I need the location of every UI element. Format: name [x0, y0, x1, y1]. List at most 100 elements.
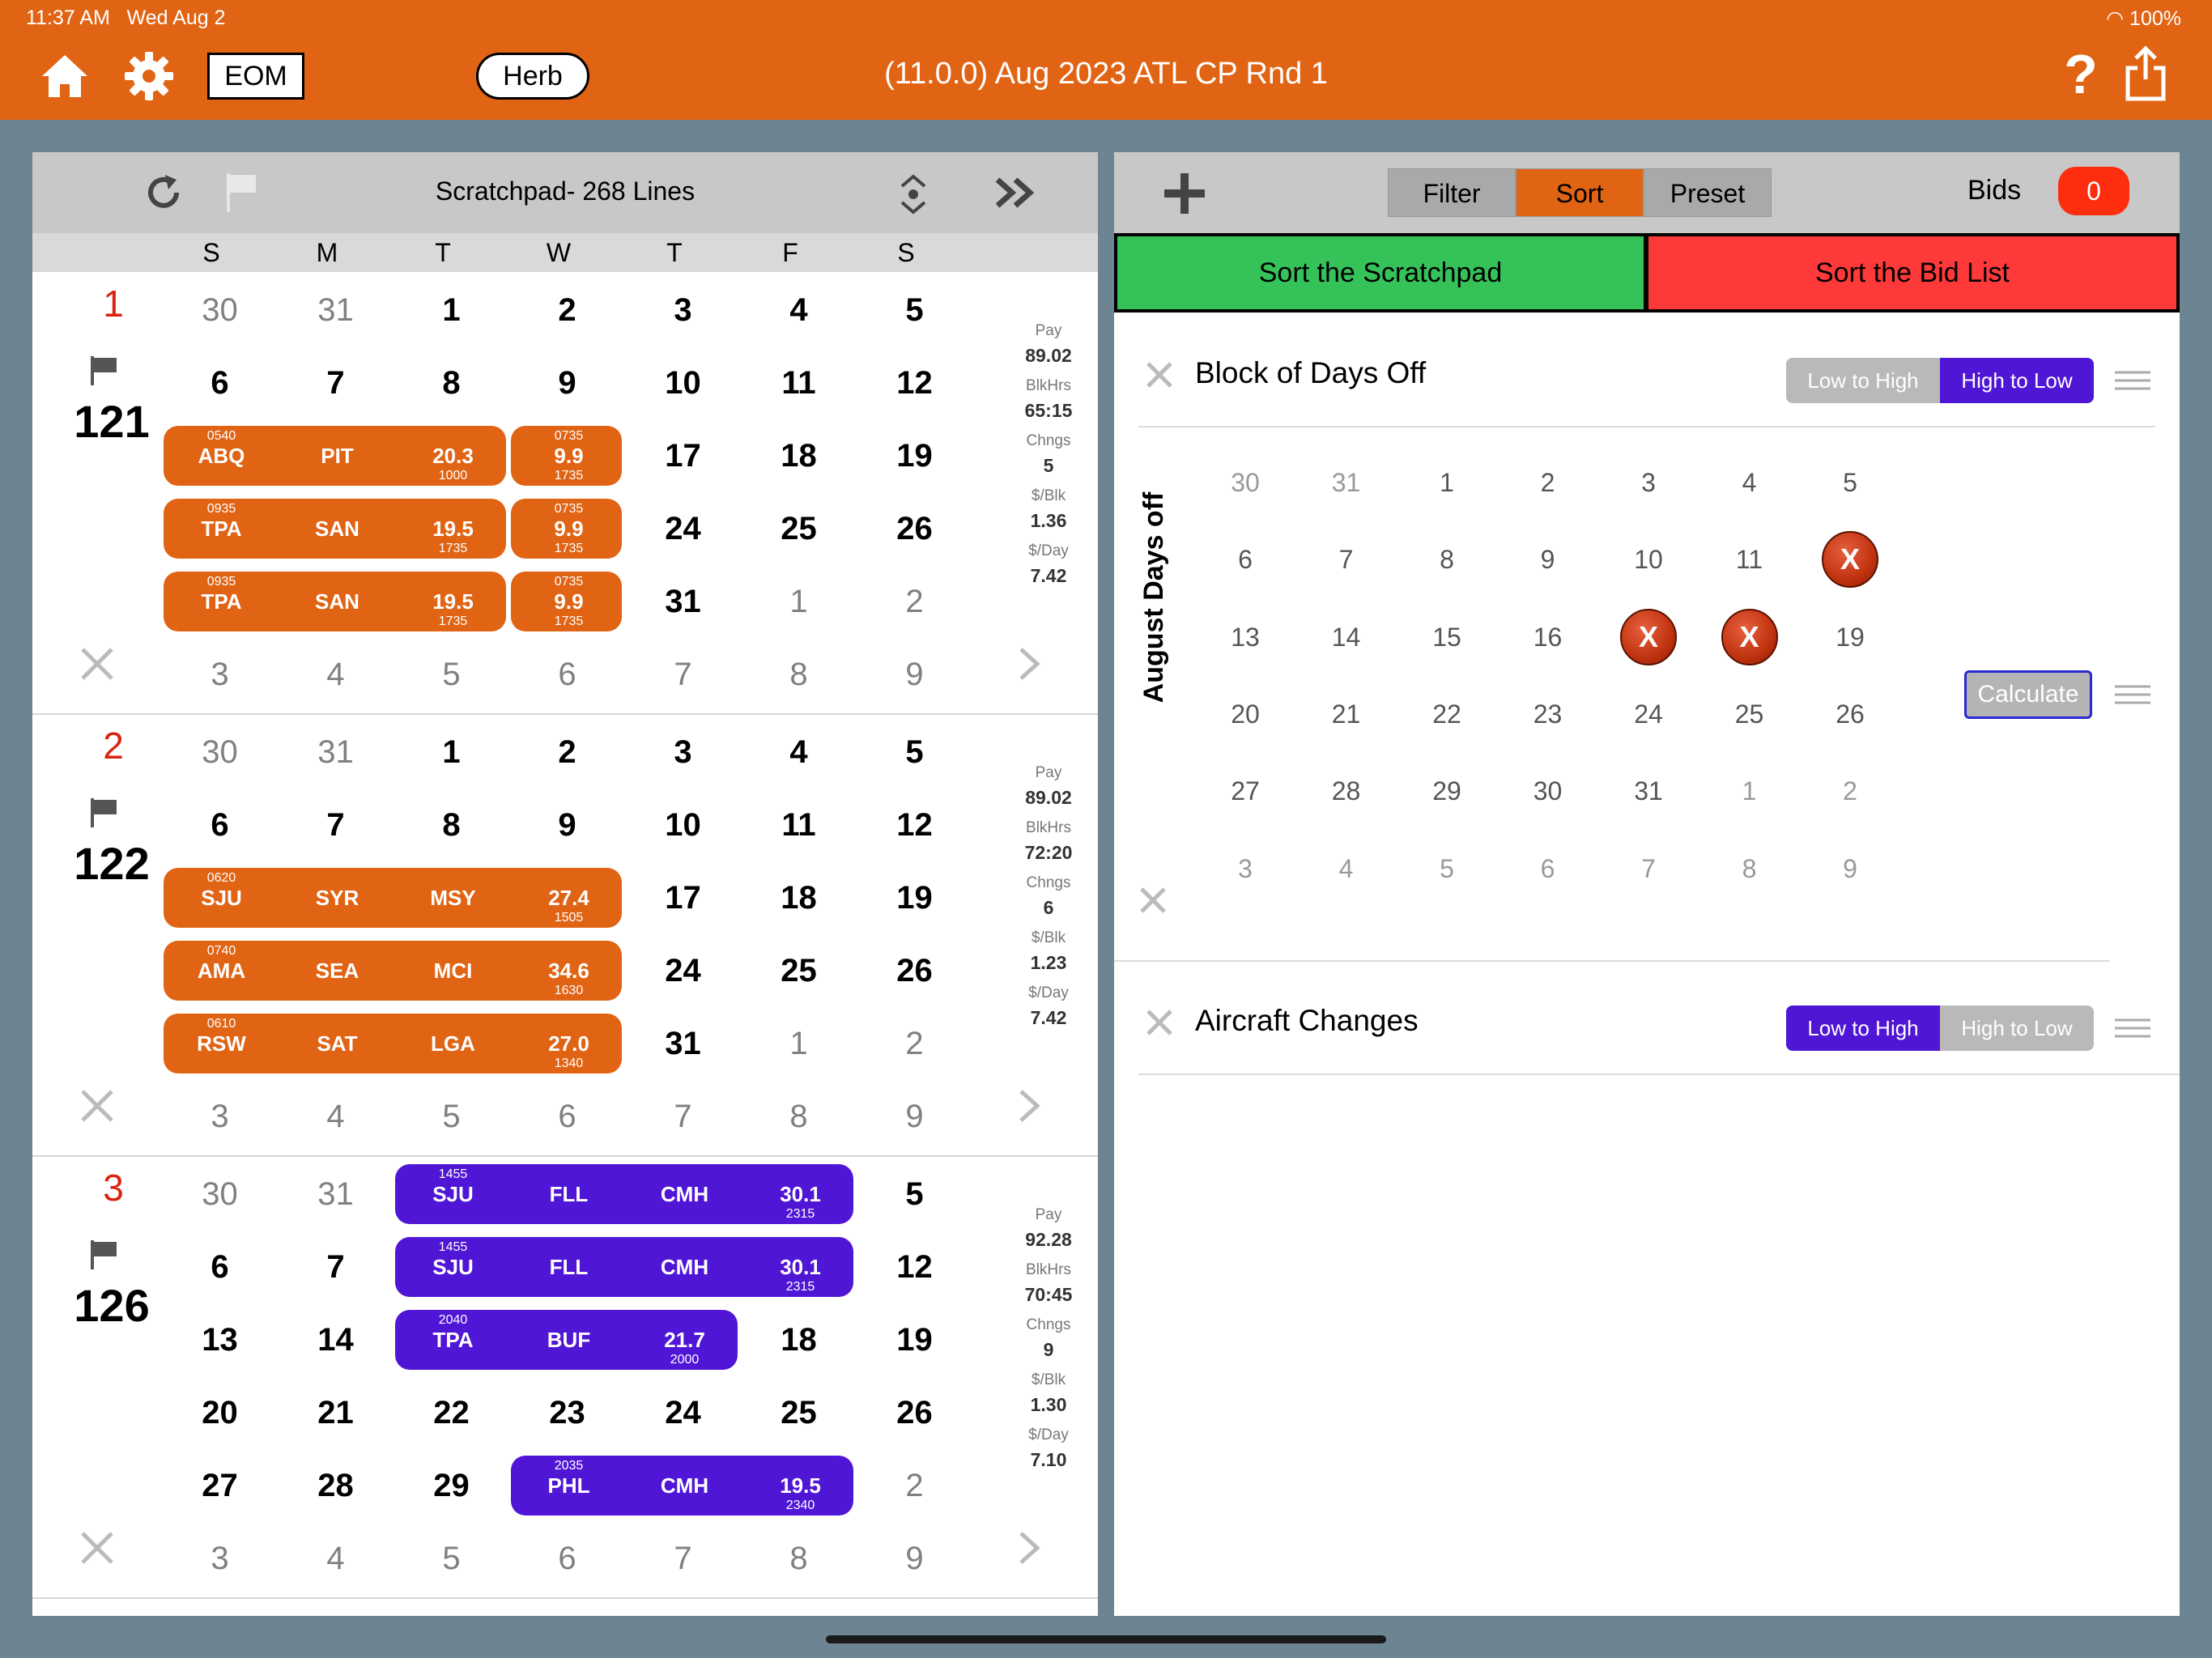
trip-pairing[interactable]: 0935 TPA SAN 19.5 1735 — [164, 499, 506, 559]
high-to-low-option[interactable]: High to Low — [1940, 358, 2094, 403]
day-off-cell[interactable]: 7 — [1314, 545, 1379, 575]
day-off-cell[interactable]: 1 — [1717, 776, 1782, 806]
trip-pairing[interactable]: 0935 TPA SAN 19.5 1735 — [164, 572, 506, 631]
day-off-cell[interactable]: 29 — [1414, 776, 1479, 806]
day-off-cell[interactable]: 31 — [1314, 468, 1379, 498]
day-off-cell[interactable]: 27 — [1213, 776, 1278, 806]
trip-pairing[interactable]: 0740 AMA SEA MCI 34.6 1630 — [164, 941, 622, 1001]
report-time: 0610 — [206, 1017, 236, 1031]
trip-pairing[interactable]: 0735 9.9 1735 — [511, 572, 622, 631]
release-time: 2000 — [670, 1353, 700, 1367]
day-off-cell[interactable]: 22 — [1414, 699, 1479, 729]
clear-days-off-icon[interactable] — [1138, 886, 1168, 915]
day-off-cell[interactable]: 5 — [1414, 854, 1479, 884]
trip-pairing[interactable]: 0540 ABQ PIT 20.3 1000 — [164, 426, 506, 486]
flag-icon[interactable] — [87, 797, 120, 829]
trip-pairing[interactable]: 0610 RSW SAT LGA 27.0 1340 — [164, 1014, 622, 1073]
day-off-cell[interactable]: 7 — [1616, 854, 1681, 884]
day-off-cell[interactable]: 25 — [1717, 699, 1782, 729]
tab-preset[interactable]: Preset — [1644, 168, 1772, 217]
day-off-cell[interactable]: 26 — [1818, 699, 1882, 729]
chevron-right-icon[interactable] — [1016, 646, 1042, 682]
add-icon[interactable] — [1163, 172, 1206, 215]
day-off-selected-marker[interactable]: X — [1620, 608, 1677, 665]
day-off-cell[interactable]: 8 — [1717, 854, 1782, 884]
trip-day: 2040 TPA — [395, 1310, 511, 1370]
trip-pairing[interactable]: 1455 SJU FLL CMH 30.1 2315 — [395, 1164, 853, 1224]
day-off-cell[interactable]: 4 — [1314, 854, 1379, 884]
calendar-day: 19 — [896, 1322, 933, 1358]
day-off-cell[interactable]: 4 — [1717, 468, 1782, 498]
day-off-cell[interactable]: 24 — [1616, 699, 1681, 729]
remove-criterion-icon[interactable] — [1145, 1008, 1174, 1037]
help-icon[interactable]: ? — [2057, 45, 2105, 104]
tab-filter[interactable]: Filter — [1388, 168, 1516, 217]
calendar-day: 24 — [665, 953, 701, 988]
day-off-cell[interactable]: 6 — [1516, 854, 1580, 884]
sort-scratchpad-button[interactable]: Sort the Scratchpad — [1114, 233, 1647, 312]
report-time: 1455 — [438, 1167, 468, 1181]
stat-label: $/Blk — [1031, 1371, 1066, 1388]
day-off-cell[interactable]: 14 — [1314, 623, 1379, 653]
day-off-cell[interactable]: 3 — [1616, 468, 1681, 498]
day-off-cell[interactable]: 23 — [1516, 699, 1580, 729]
delete-line-icon[interactable] — [79, 1530, 115, 1566]
day-off-selected-marker[interactable]: X — [1721, 608, 1778, 665]
day-off-cell[interactable]: 30 — [1213, 468, 1278, 498]
line-row[interactable]: 1 121 30 31 1 2 3 4 5 6 7 8 9 10 11 12 17 18 19 24 25 26 31 1 2 3… — [32, 274, 1098, 715]
chevron-right-icon[interactable] — [1016, 1088, 1042, 1124]
calculate-button[interactable]: Calculate — [1964, 670, 2092, 719]
line-row[interactable]: 3 126 30 31 5 6 7 12 13 14 18 19 20 21 22 23 24 25 26 27 28 2… — [32, 1158, 1098, 1599]
day-off-cell[interactable]: 20 — [1213, 699, 1278, 729]
delete-line-icon[interactable] — [79, 646, 115, 682]
status-indicators: ◠ 100% — [2106, 6, 2181, 31]
low-to-high-option[interactable]: Low to High — [1786, 358, 1940, 403]
day-off-cell[interactable]: 28 — [1314, 776, 1379, 806]
trip-pairing[interactable]: 0735 9.9 1735 — [511, 499, 622, 559]
weekday-wed: W — [546, 238, 572, 267]
day-off-cell[interactable]: 9 — [1516, 545, 1580, 575]
day-off-cell[interactable]: 8 — [1414, 545, 1479, 575]
day-off-cell[interactable]: 13 — [1213, 623, 1278, 653]
trip-pairing[interactable]: 1455 SJU FLL CMH 30.1 2315 — [395, 1237, 853, 1297]
day-off-cell[interactable]: 19 — [1818, 623, 1882, 653]
double-chevron-right-icon[interactable] — [993, 175, 1038, 210]
tab-sort[interactable]: Sort — [1516, 168, 1644, 217]
low-to-high-option[interactable]: Low to High — [1786, 1005, 1940, 1051]
trip-pairing[interactable]: 0620 SJU SYR MSY 27.4 1505 — [164, 868, 622, 928]
line-row[interactable]: 2 122 30 31 1 2 3 4 5 6 7 8 9 10 11 12 17 18 19 24 25 26 31 1 2 3… — [32, 716, 1098, 1157]
day-off-cell[interactable]: 10 — [1616, 545, 1681, 575]
day-off-cell[interactable]: 9 — [1818, 854, 1882, 884]
day-off-cell[interactable]: 30 — [1516, 776, 1580, 806]
flag-icon[interactable] — [87, 355, 120, 387]
day-off-cell[interactable]: 21 — [1314, 699, 1379, 729]
day-off-cell[interactable]: 5 — [1818, 468, 1882, 498]
trip-layover: MCI — [433, 959, 473, 983]
delete-line-icon[interactable] — [79, 1088, 115, 1124]
drag-handle-icon[interactable] — [2115, 685, 2150, 704]
share-icon[interactable] — [2121, 45, 2170, 102]
trip-pairing[interactable]: 2035 PHL CMH 19.5 2340 — [511, 1456, 853, 1516]
trip-pairing[interactable]: 2040 TPA BUF 21.7 2000 — [395, 1310, 738, 1370]
high-to-low-option[interactable]: High to Low — [1940, 1005, 2094, 1051]
day-off-cell[interactable]: 1 — [1414, 468, 1479, 498]
day-off-cell[interactable]: 31 — [1616, 776, 1681, 806]
day-off-cell[interactable]: 6 — [1213, 545, 1278, 575]
trip-pairing[interactable]: 0735 9.9 1735 — [511, 426, 622, 486]
bids-count-badge[interactable]: 0 — [2058, 167, 2129, 215]
chevron-right-icon[interactable] — [1016, 1530, 1042, 1566]
day-off-cell[interactable]: 2 — [1818, 776, 1882, 806]
drag-handle-icon[interactable] — [2115, 1018, 2150, 1038]
calendar-day: 2 — [905, 1026, 924, 1061]
day-off-cell[interactable]: 3 — [1213, 854, 1278, 884]
day-off-selected-marker[interactable]: X — [1822, 531, 1878, 589]
expand-collapse-icon[interactable] — [895, 172, 931, 217]
flag-icon[interactable] — [87, 1239, 120, 1271]
drag-handle-icon[interactable] — [2115, 371, 2150, 390]
sort-bid-list-button[interactable]: Sort the Bid List — [1647, 233, 2180, 312]
day-off-cell[interactable]: 15 — [1414, 623, 1479, 653]
day-off-cell[interactable]: 16 — [1516, 623, 1580, 653]
day-off-cell[interactable]: 11 — [1717, 545, 1782, 575]
remove-criterion-icon[interactable] — [1145, 360, 1174, 389]
day-off-cell[interactable]: 2 — [1516, 468, 1580, 498]
